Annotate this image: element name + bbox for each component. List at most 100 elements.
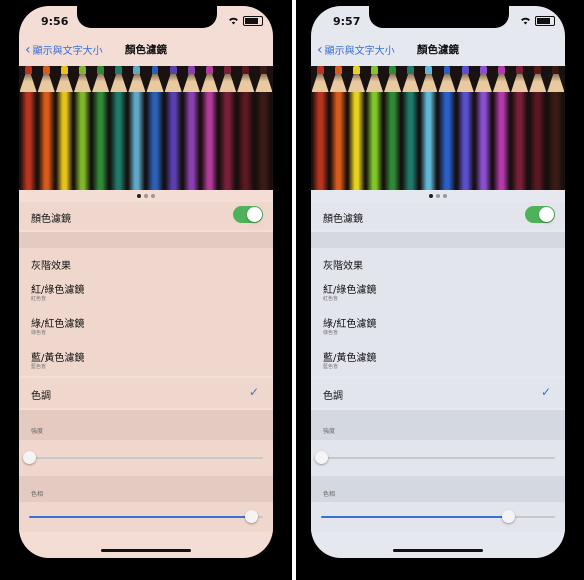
- battery-icon: [243, 16, 263, 26]
- intensity-slider-thumb[interactable]: [315, 451, 328, 464]
- pencil: [311, 66, 329, 190]
- filter-option-row[interactable]: 灰階效果: [311, 248, 565, 274]
- home-indicator[interactable]: [393, 549, 483, 552]
- filter-option-label: 綠/紅色濾鏡: [323, 319, 377, 330]
- pencil: [237, 66, 255, 190]
- pencil: [182, 66, 200, 190]
- status-bar: 9:56: [19, 6, 273, 34]
- switch-knob: [539, 207, 554, 222]
- pencil: [19, 66, 37, 190]
- filter-option-sublabel: 紅色盲: [31, 296, 47, 302]
- filter-option-label: 灰階效果: [323, 261, 363, 272]
- intensity-slider[interactable]: [23, 451, 263, 464]
- filter-option-label: 紅/綠色濾鏡: [31, 285, 85, 296]
- filter-option-row[interactable]: 色調 ✓: [19, 378, 273, 408]
- pencil: [219, 66, 237, 190]
- color-filter-switch[interactable]: [525, 206, 555, 223]
- pencil: [255, 66, 273, 190]
- pencil: [329, 66, 347, 190]
- pencil: [547, 66, 565, 190]
- divider: [292, 0, 296, 580]
- hue-slider[interactable]: [321, 510, 555, 523]
- pencil: [456, 66, 474, 190]
- wifi-icon: [229, 17, 238, 25]
- filter-option-label: 色調: [323, 391, 343, 402]
- intensity-slider[interactable]: [315, 451, 555, 464]
- color-pencils-preview[interactable]: [19, 66, 273, 190]
- pencil: [347, 66, 365, 190]
- pencil: [529, 66, 547, 190]
- color-filter-switch[interactable]: [233, 206, 263, 223]
- hue-slider[interactable]: [29, 510, 263, 523]
- filter-option-row[interactable]: 色調 ✓: [311, 378, 565, 408]
- pencil: [200, 66, 219, 190]
- pencil: [110, 66, 128, 190]
- checkmark-icon: ✓: [540, 385, 551, 399]
- pencil: [73, 66, 92, 190]
- status-icons: [520, 16, 555, 26]
- notch: [369, 6, 509, 28]
- wifi-icon: [521, 17, 530, 25]
- navigation-bar: ‹ 顯示與文字大小 顏色濾鏡: [19, 38, 273, 64]
- page-dot: [443, 194, 447, 198]
- filter-option-row[interactable]: 藍/黃色濾鏡 藍色盲: [19, 342, 273, 376]
- page-dot: [144, 194, 148, 198]
- color-filter-toggle-label: 顏色濾鏡: [323, 214, 363, 225]
- switch-knob: [247, 207, 262, 222]
- filter-option-label: 紅/綠色濾鏡: [323, 285, 377, 296]
- color-pencils-preview[interactable]: [311, 66, 565, 190]
- pencil: [420, 66, 438, 190]
- filter-option-sublabel: 藍色盲: [323, 364, 339, 370]
- page-title: 顏色濾鏡: [125, 44, 167, 56]
- filter-option-row[interactable]: 灰階效果: [19, 248, 273, 274]
- filter-option-row[interactable]: 綠/紅色濾鏡 綠色盲: [311, 308, 565, 342]
- pencil: [492, 66, 511, 190]
- filter-option-row[interactable]: 紅/綠色濾鏡 紅色盲: [311, 274, 565, 308]
- battery-icon: [535, 16, 555, 26]
- status-bar: 9:57: [311, 6, 565, 34]
- phone-screen-left: 9:56 ‹ 顯示與文字大小 顏色濾鏡 顏色濾鏡 灰階效果 紅/綠色濾鏡 紅色盲 綠/紅色濾鏡綠…: [19, 6, 273, 558]
- intensity-slider-thumb[interactable]: [23, 451, 36, 464]
- color-filter-toggle-row[interactable]: 顏色濾鏡: [311, 202, 565, 230]
- page-dot: [151, 194, 155, 198]
- intensity-label: 強度: [323, 428, 336, 435]
- filter-option-sublabel: 藍色盲: [31, 364, 47, 370]
- hue-label: 色相: [31, 491, 44, 498]
- filter-option-label: 灰階效果: [31, 261, 71, 272]
- filter-option-label: 藍/黃色濾鏡: [323, 353, 377, 364]
- status-time: 9:57: [333, 15, 361, 28]
- notch: [77, 6, 217, 28]
- pencil: [92, 66, 110, 190]
- pencil: [511, 66, 529, 190]
- home-indicator[interactable]: [101, 549, 191, 552]
- color-filter-toggle-row[interactable]: 顏色濾鏡: [19, 202, 273, 230]
- pencil: [402, 66, 420, 190]
- filter-option-sublabel: 綠色盲: [31, 330, 47, 336]
- page-dot: [137, 194, 141, 198]
- pencil: [146, 66, 164, 190]
- filter-option-row[interactable]: 紅/綠色濾鏡 紅色盲: [19, 274, 273, 308]
- intensity-label: 強度: [31, 428, 44, 435]
- filter-option-label: 綠/紅色濾鏡: [31, 319, 85, 330]
- filter-option-sublabel: 綠色盲: [323, 330, 339, 336]
- pencil: [37, 66, 55, 190]
- status-time: 9:56: [41, 15, 69, 28]
- filter-option-label: 藍/黃色濾鏡: [31, 353, 85, 364]
- page-dot: [436, 194, 440, 198]
- pencil: [438, 66, 456, 190]
- page-dot: [429, 194, 433, 198]
- filter-option-row[interactable]: 綠/紅色濾鏡 綠色盲: [19, 308, 273, 342]
- pencil: [128, 66, 146, 190]
- pencil: [474, 66, 492, 190]
- checkmark-icon: ✓: [248, 385, 259, 399]
- filter-option-sublabel: 紅色盲: [323, 296, 339, 302]
- pencil: [55, 66, 73, 190]
- phone-screen-right: 9:57 ‹ 顯示與文字大小 顏色濾鏡 顏色濾鏡 灰階效果 紅/綠色濾鏡 紅色盲 綠/紅色濾鏡綠…: [311, 6, 565, 558]
- pencil: [384, 66, 402, 190]
- page-indicator[interactable]: [19, 192, 273, 200]
- status-icons: [228, 16, 263, 26]
- filter-option-row[interactable]: 藍/黃色濾鏡 藍色盲: [311, 342, 565, 376]
- page-indicator[interactable]: [311, 192, 565, 200]
- pencil: [365, 66, 384, 190]
- navigation-bar: ‹ 顯示與文字大小 顏色濾鏡: [311, 38, 565, 64]
